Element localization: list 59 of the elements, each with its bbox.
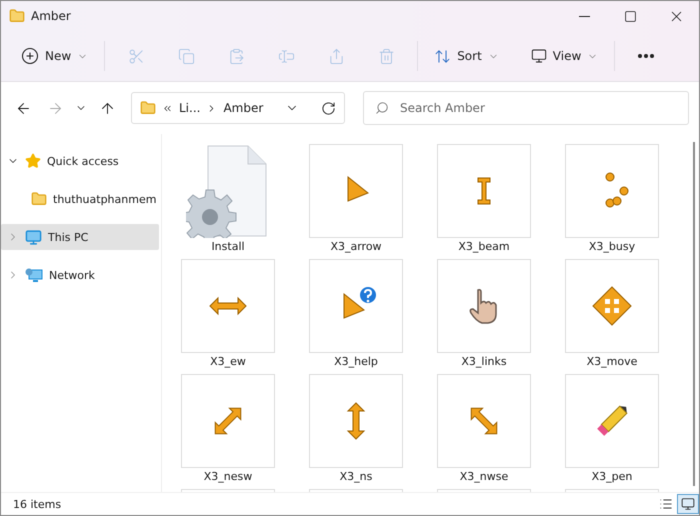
folder-icon	[140, 100, 156, 116]
rename-icon	[278, 48, 295, 64]
sidebar-item[interactable]: Network	[1, 262, 159, 288]
paste-icon	[228, 48, 245, 64]
thumbnail[interactable]	[181, 259, 275, 353]
thumbnail[interactable]	[437, 144, 531, 238]
copy-icon	[178, 48, 195, 64]
refresh-icon	[321, 100, 336, 116]
scrollbar[interactable]	[693, 142, 695, 486]
file-name: X3_busy	[588, 240, 636, 253]
thumbnail[interactable]	[437, 374, 531, 468]
thumbnail[interactable]	[565, 259, 659, 353]
file-name: X3_nesw	[204, 470, 252, 483]
thumbnail[interactable]	[309, 374, 403, 468]
thumbnail[interactable]	[437, 259, 531, 353]
sidebar-item[interactable]: Quick access	[1, 148, 159, 174]
monitor-icon	[25, 228, 42, 246]
new-button[interactable]: New	[13, 40, 96, 72]
search-icon	[375, 101, 389, 115]
item-count: 16 items	[13, 498, 62, 510]
search-field[interactable]: Search Amber	[363, 91, 689, 125]
address-bar[interactable]: Li... Amber	[131, 92, 345, 124]
sort-icon	[434, 48, 452, 64]
file-name: Install	[211, 240, 245, 253]
sidebar-item[interactable]: thuthuatphanmem	[1, 186, 159, 212]
file-name: X3_help	[334, 355, 378, 368]
file-name: X3_beam	[458, 240, 510, 253]
plus-icon	[21, 47, 39, 65]
sidebar-item[interactable]: This PC	[1, 224, 159, 250]
sort-button[interactable]: Sort	[426, 40, 507, 72]
network-icon	[25, 267, 43, 283]
maximize-icon	[624, 10, 636, 22]
breadcrumb[interactable]: Li...	[179, 101, 200, 115]
delete-icon	[378, 48, 395, 64]
file-name: X3_ns	[340, 470, 372, 483]
thumbnail[interactable]	[309, 144, 403, 238]
file-name: X3_arrow	[330, 240, 382, 253]
thumbnail[interactable]	[309, 259, 403, 353]
view-button[interactable]: View	[522, 40, 606, 72]
thumbnail[interactable]	[565, 144, 659, 238]
thumbnail[interactable]	[565, 374, 659, 468]
file-name: X3_nwse	[460, 470, 508, 483]
file-name: X3_ew	[210, 355, 246, 368]
more-icon	[638, 54, 654, 58]
window-title: Amber	[31, 9, 72, 23]
monitor-icon	[530, 48, 547, 64]
file-name: X3_move	[586, 355, 638, 368]
cut-icon	[128, 48, 145, 64]
folder-icon	[9, 8, 25, 24]
move-arrows-icon	[592, 286, 632, 326]
thumbnail[interactable]	[181, 374, 275, 468]
breadcrumb[interactable]: Amber	[223, 101, 264, 115]
folder-icon	[31, 191, 47, 207]
star-icon	[25, 153, 41, 169]
file-name: X3_pen	[592, 470, 632, 483]
share-icon	[328, 48, 345, 64]
large-icons-view-button[interactable]	[677, 494, 699, 514]
monitor-icon	[681, 497, 695, 511]
file-name: X3_links	[461, 355, 507, 368]
